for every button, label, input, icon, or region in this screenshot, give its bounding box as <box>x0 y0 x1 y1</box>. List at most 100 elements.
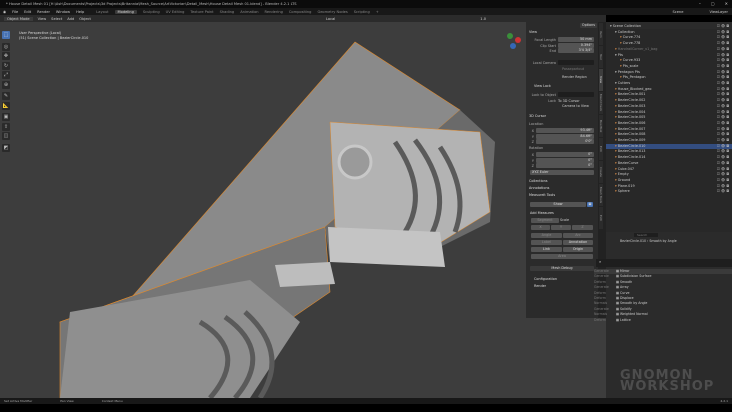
arc-button[interactable]: Arc <box>563 233 593 238</box>
render-region-checkbox[interactable]: Render Region <box>530 74 594 79</box>
outliner-item-name[interactable]: Pentagon Pts <box>618 70 640 74</box>
rotate-tool-icon[interactable]: ↻ <box>2 61 10 70</box>
outliner-item-name[interactable]: BezierCircle.013 <box>618 149 646 153</box>
close-button[interactable]: ✕ <box>725 0 728 8</box>
outliner-item-name[interactable]: Cube.047 <box>618 167 634 171</box>
outliner-item-name[interactable]: Pts_Pentagon <box>623 75 646 79</box>
x-button[interactable]: X <box>531 225 550 230</box>
outliner-item-name[interactable]: BezierCircle.009 <box>618 138 646 142</box>
tab-texture-paint[interactable]: Texture Paint <box>190 10 213 14</box>
minimize-button[interactable]: – <box>699 0 701 8</box>
inset-tool-icon[interactable]: ◫ <box>2 132 10 140</box>
outliner-row[interactable]: ▾ Sphere ☑ 👁 ◘ <box>606 189 732 195</box>
extrude-tool-icon[interactable]: ⇧ <box>2 122 10 131</box>
sidebar-tab-create[interactable]: Create <box>599 161 603 183</box>
outliner-item-name[interactable]: Sphere <box>618 189 630 193</box>
annotations-section[interactable]: Annotations <box>529 186 549 190</box>
options-button[interactable]: Options <box>579 22 597 28</box>
local-camera-field[interactable] <box>558 60 594 65</box>
passepartout-checkbox[interactable]: Passepartout <box>530 66 594 71</box>
segment-button[interactable]: Segment <box>531 218 559 223</box>
outliner-item-name[interactable]: Pts <box>618 53 623 57</box>
sidebar-tab-edit[interactable]: Edit <box>599 207 603 229</box>
bevel-tool-icon[interactable]: ◩ <box>2 143 10 152</box>
sidebar-tab-mesh-tools[interactable]: Mesh Tools <box>599 184 603 206</box>
tab-animation[interactable]: Animation <box>240 10 258 14</box>
blender-logo-icon[interactable]: ◉ <box>3 10 6 14</box>
outliner-item-name[interactable]: Scene Collection <box>613 24 641 28</box>
outliner-item-name[interactable]: Plane.019 <box>618 184 635 188</box>
menu-object[interactable]: Object <box>79 17 91 21</box>
area-button[interactable]: Area <box>531 254 593 259</box>
z-button[interactable]: Z <box>572 225 593 230</box>
collections-section[interactable]: Collections <box>529 179 548 183</box>
tab-layout[interactable]: Layout <box>96 10 108 14</box>
measure-tool-icon[interactable]: 📐 <box>2 101 10 110</box>
label-button[interactable]: Label <box>531 240 562 245</box>
menu-help[interactable]: Help <box>76 10 84 14</box>
outliner-item-name[interactable]: BezierCircle.004 <box>618 110 646 114</box>
outliner-item-name[interactable]: Curve.933 <box>623 58 641 62</box>
outliner-item-name[interactable]: Collection <box>618 30 635 34</box>
tab-shading[interactable]: Shading <box>220 10 235 14</box>
menu-view[interactable]: View <box>38 17 47 21</box>
measureit-section[interactable]: Measureit Tools <box>529 193 555 197</box>
outliner-item-name[interactable]: BezierCircle.003 <box>618 104 646 108</box>
outliner-item-name[interactable]: BezierCircle.006 <box>618 121 646 125</box>
mesh-debug-button[interactable]: Mesh Debug <box>530 266 594 271</box>
cursor-tool-icon[interactable]: ◎ <box>2 42 10 51</box>
save-icon[interactable]: ▣ <box>587 202 593 207</box>
menu-add[interactable]: Add <box>67 17 74 21</box>
outliner-item-name[interactable]: BezierCircle.014 <box>618 155 646 159</box>
link-button[interactable]: Link <box>531 247 562 252</box>
outliner-item-name[interactable]: Empty <box>618 172 629 176</box>
outliner-item-name[interactable]: BezierCircle.005 <box>618 115 646 119</box>
outliner-item-name[interactable]: BezierCircle.002 <box>618 98 646 102</box>
outliner-item-name[interactable]: BezierCircle.008 <box>618 132 646 136</box>
transform-orientation[interactable]: Local <box>326 17 335 21</box>
transform-tool-icon[interactable]: ⊕ <box>2 80 10 89</box>
outliner-item-name[interactable]: BezierCircle.010 <box>618 144 646 148</box>
sidebar-tab-tool[interactable]: Tool <box>599 46 603 68</box>
outliner-item-name[interactable]: Curve.774 <box>623 35 641 39</box>
move-tool-icon[interactable]: ✥ <box>2 52 10 60</box>
sidebar-tab-item[interactable]: Item <box>599 23 603 45</box>
angle-button[interactable]: Angle <box>531 233 562 238</box>
tab-rendering[interactable]: Rendering <box>265 10 283 14</box>
scene-select[interactable]: Scene <box>672 10 683 14</box>
menu-render[interactable]: Render <box>37 10 50 14</box>
clip-end-field[interactable]: 3'4 3/4" <box>558 48 594 53</box>
view-section-header[interactable]: View <box>529 30 537 34</box>
breadcrumb-modifier[interactable]: Smooth by Angle <box>649 239 676 243</box>
outliner-item-name[interactable]: BezierCircle.007 <box>618 127 646 131</box>
tab-sculpting[interactable]: Sculpting <box>143 10 160 14</box>
focal-length-field[interactable]: 50 mm <box>558 37 594 42</box>
scale-tool-icon[interactable]: ⤢ <box>2 71 10 79</box>
visibility-icon[interactable]: ☑ 👁 ◘ <box>717 189 729 195</box>
tab-uv-editing[interactable]: UV Editing <box>166 10 185 14</box>
cursor-z-field[interactable]: 0'0" <box>536 139 594 144</box>
sidebar-tab-edit[interactable]: Edit <box>599 138 603 160</box>
cursor-rz-field[interactable]: 0° <box>536 163 594 168</box>
origin-button[interactable]: Origin <box>563 247 593 252</box>
camera-to-view-checkbox[interactable]: Camera to View <box>530 103 594 108</box>
to-3d-cursor-checkbox[interactable]: To 3D Cursor <box>558 99 580 103</box>
tab-+[interactable]: + <box>376 10 379 14</box>
rotation-mode-select[interactable]: XYZ Euler <box>530 170 594 175</box>
outliner-item-name[interactable]: Cutters <box>618 81 630 85</box>
modifier-search-input[interactable]: ⌕ <box>596 259 732 267</box>
menu-file[interactable]: File <box>12 10 18 14</box>
cursor-x-field[interactable]: 93.4ft" <box>536 128 594 133</box>
tab-scripting[interactable]: Scripting <box>354 10 370 14</box>
y-button[interactable]: Y <box>551 225 571 230</box>
overlay-value[interactable]: 1.0 <box>480 17 486 21</box>
sidebar-tab-view[interactable]: View <box>599 69 603 91</box>
cursor-section-header[interactable]: 3D Cursor <box>529 114 546 118</box>
sidebar-tab-booltool[interactable]: BoolTool <box>599 115 603 137</box>
outliner-item-name[interactable]: HandrailCorner_v1_bag <box>618 47 658 51</box>
annotate-tool-icon[interactable]: ✎ <box>2 92 10 100</box>
breadcrumb-object[interactable]: BezierCircle.010 <box>620 239 646 243</box>
add-cube-tool-icon[interactable]: ▣ <box>2 113 10 121</box>
tab-geometry-nodes[interactable]: Geometry Nodes <box>317 10 347 14</box>
outliner-item-name[interactable]: Curve.778 <box>623 41 641 45</box>
